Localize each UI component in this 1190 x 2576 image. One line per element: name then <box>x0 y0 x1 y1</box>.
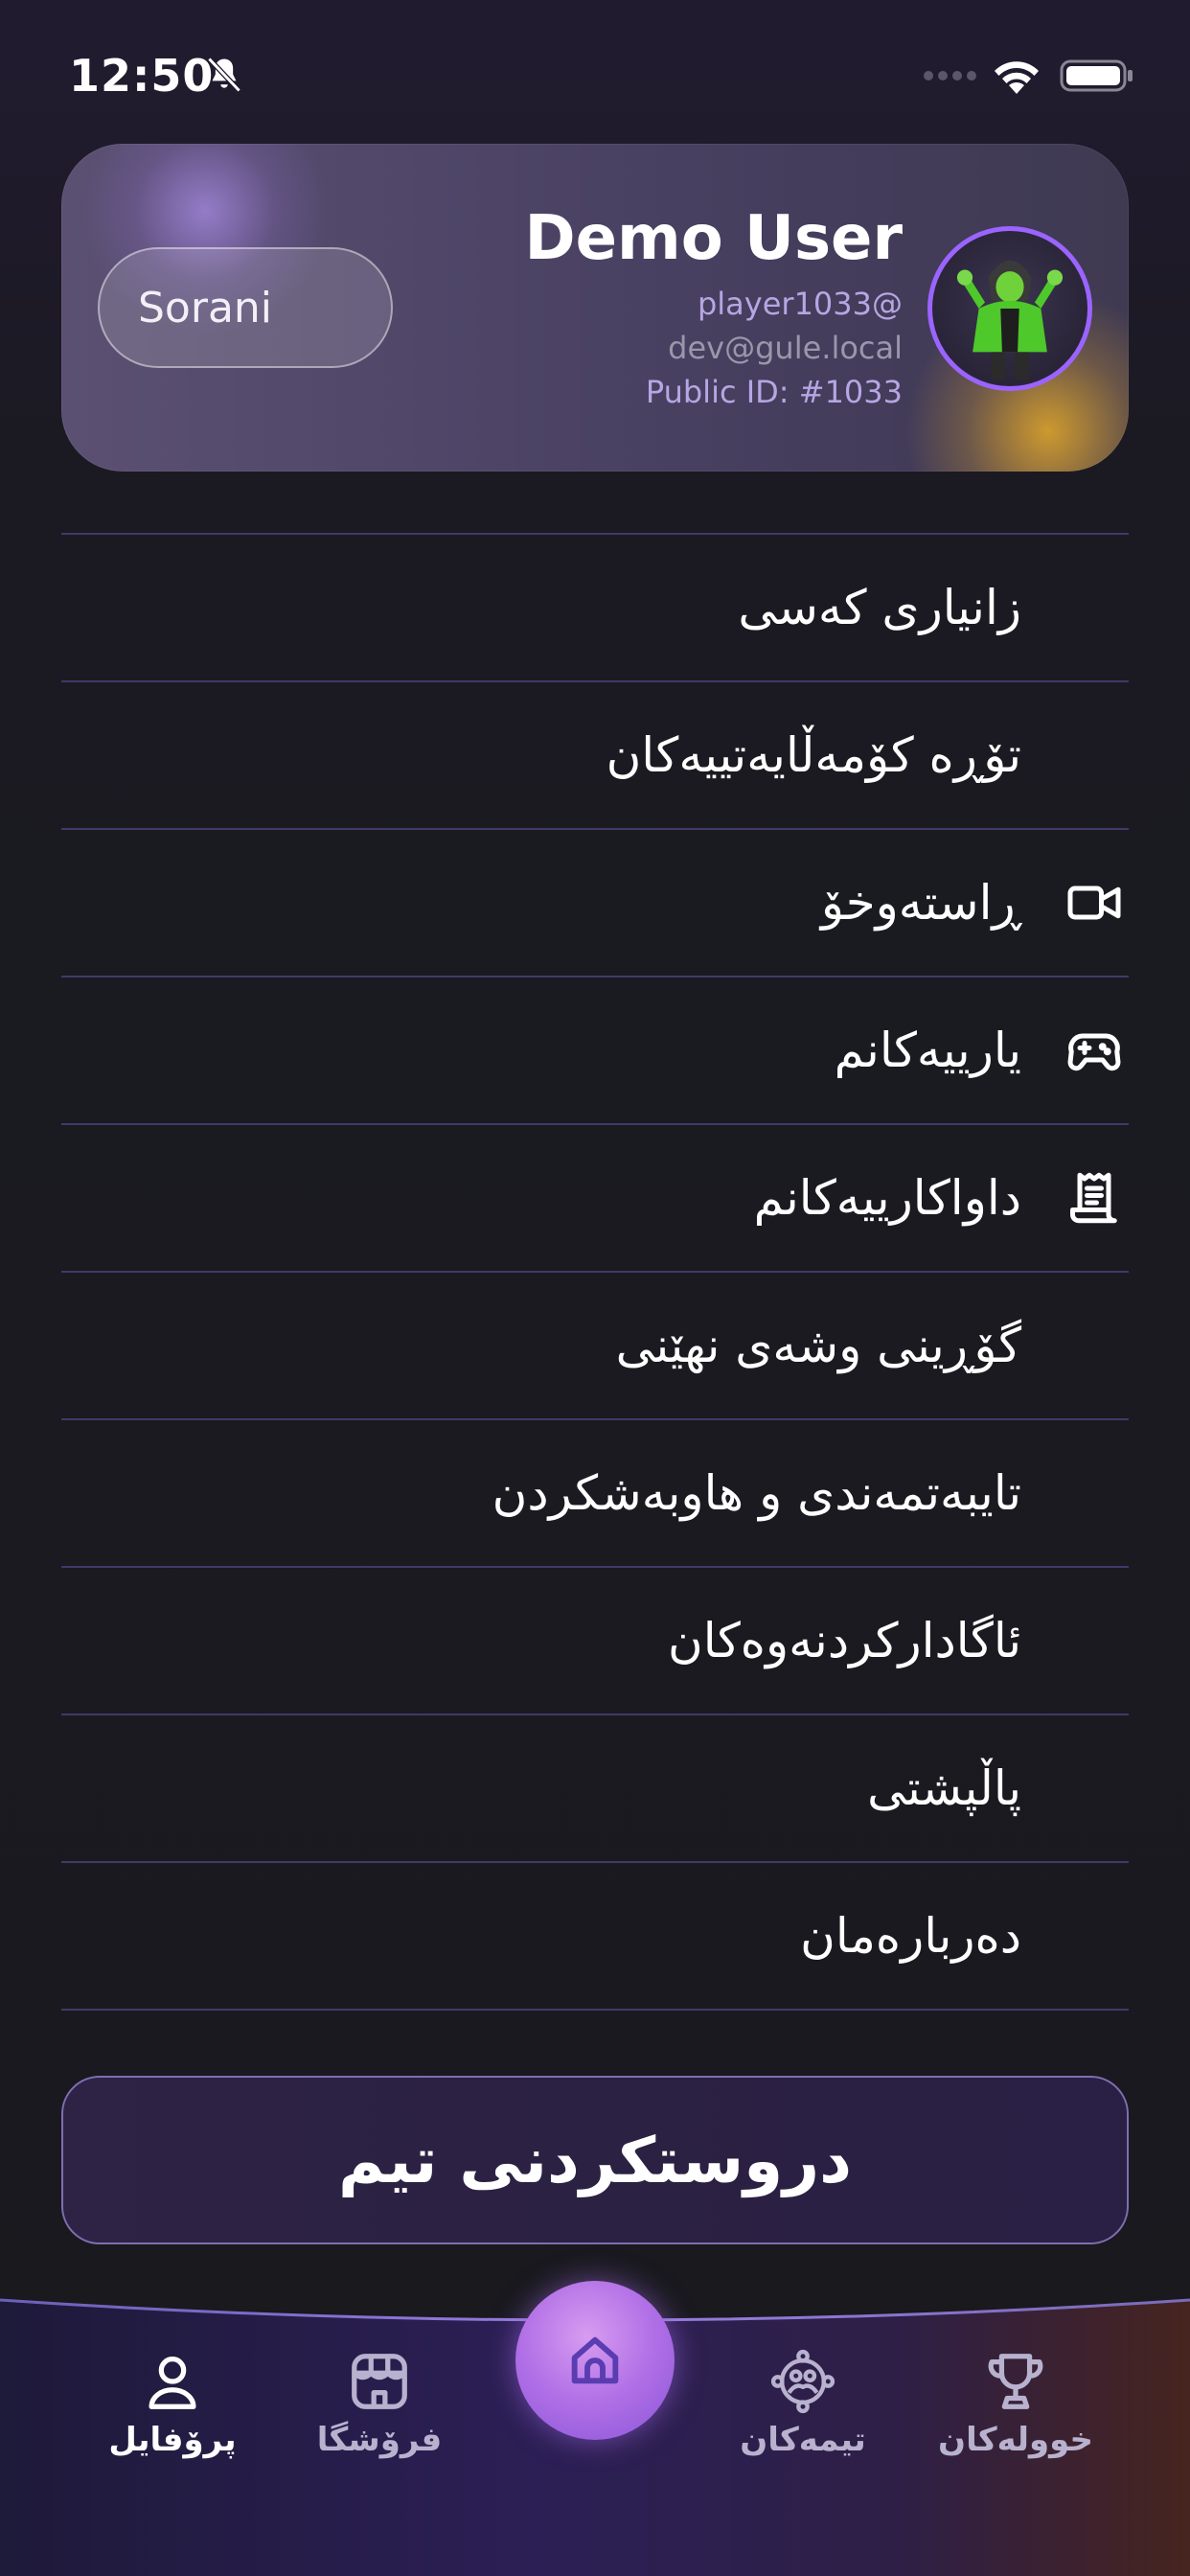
profile-card: Sorani Demo User player1033@ dev@gule.lo… <box>61 144 1129 472</box>
nav-label: تیمەکان <box>740 2421 866 2459</box>
wifi-icon <box>995 61 1039 94</box>
nav-shop[interactable]: فرۆشگا <box>274 2348 485 2492</box>
profile-screen: 12:50 Sorani Demo User player1033@ dev@g <box>0 0 1190 2576</box>
nav-label: فرۆشگا <box>316 2421 443 2459</box>
menu-item-about-us[interactable]: دەربارەمان <box>61 1863 1129 2009</box>
menu-item-social-networks[interactable]: تۆڕە کۆمەڵایەتییەکان <box>61 682 1129 828</box>
menu-item-label: پاڵپشتی <box>867 1760 1021 1816</box>
menu-item-label: تایبەتمەندی و هاوبەشکردن <box>492 1465 1021 1521</box>
divider <box>61 2009 1129 2011</box>
nav-profile[interactable]: پرۆفایل <box>67 2348 278 2492</box>
receipt-icon <box>1065 1169 1123 1227</box>
menu-item-notifications[interactable]: ئاگادارکردنەوەکان <box>61 1568 1129 1714</box>
gamepad-icon <box>1065 1022 1123 1079</box>
video-camera-icon <box>1065 874 1123 932</box>
user-email: dev@gule.local <box>668 330 903 366</box>
user-handle: player1033@ <box>697 286 903 322</box>
signal-icon <box>924 71 976 80</box>
create-team-button[interactable]: دروستکردنی تیم <box>61 2076 1129 2244</box>
user-public-id: Public ID: #1033 <box>645 374 903 410</box>
menu-item-label: زانیاری کەسی <box>738 580 1021 635</box>
nav-tournaments[interactable]: خوولەکان <box>910 2348 1121 2492</box>
user-name: Demo User <box>524 203 904 274</box>
home-icon <box>571 2336 619 2384</box>
menu-item-label: دەربارەمان <box>800 1908 1021 1964</box>
create-team-label: دروستکردنی تیم <box>337 2123 853 2197</box>
trophy-icon <box>988 2354 1043 2409</box>
menu-item-live[interactable]: ڕاستەوخۆ <box>61 830 1129 976</box>
nav-label: خوولەکان <box>938 2421 1093 2459</box>
menu-item-label: ئاگادارکردنەوەکان <box>668 1613 1021 1668</box>
settings-menu: زانیاری کەسی تۆڕە کۆمەڵایەتییەکان ڕاستەو… <box>61 533 1129 2011</box>
menu-item-label: گۆڕینی وشەی نهێنی <box>615 1318 1021 1373</box>
menu-item-label: یارییەکانم <box>834 1023 1021 1078</box>
language-button[interactable]: Sorani <box>98 247 393 368</box>
battery-icon <box>1060 59 1133 92</box>
bottom-nav: پرۆفایل فرۆشگا تیمەکان خوولەکان <box>0 2281 1190 2576</box>
menu-item-change-password[interactable]: گۆڕینی وشەی نهێنی <box>61 1273 1129 1418</box>
menu-item-personal-info[interactable]: زانیاری کەسی <box>61 535 1129 680</box>
menu-item-my-games[interactable]: یارییەکانم <box>61 978 1129 1123</box>
nav-teams[interactable]: تیمەکان <box>698 2348 908 2492</box>
menu-item-my-orders[interactable]: داواکارییەکانم <box>61 1125 1129 1271</box>
status-bar: 12:50 <box>0 0 1190 144</box>
menu-item-label: ڕاستەوخۆ <box>820 875 1021 931</box>
menu-item-label: داواکارییەکانم <box>753 1170 1021 1226</box>
store-icon <box>352 2354 407 2409</box>
home-button[interactable] <box>515 2281 675 2440</box>
user-icon <box>149 2357 196 2409</box>
menu-item-support[interactable]: پاڵپشتی <box>61 1715 1129 1861</box>
nav-label: پرۆفایل <box>108 2421 237 2459</box>
teams-icon <box>770 2349 835 2414</box>
status-time: 12:50 <box>69 50 215 102</box>
menu-item-label: تۆڕە کۆمەڵایەتییەکان <box>606 727 1021 783</box>
bell-slash-icon <box>207 57 241 93</box>
avatar-character-icon <box>956 260 1064 380</box>
avatar[interactable] <box>927 226 1092 391</box>
menu-item-privacy-sharing[interactable]: تایبەتمەندی و هاوبەشکردن <box>61 1420 1129 1566</box>
